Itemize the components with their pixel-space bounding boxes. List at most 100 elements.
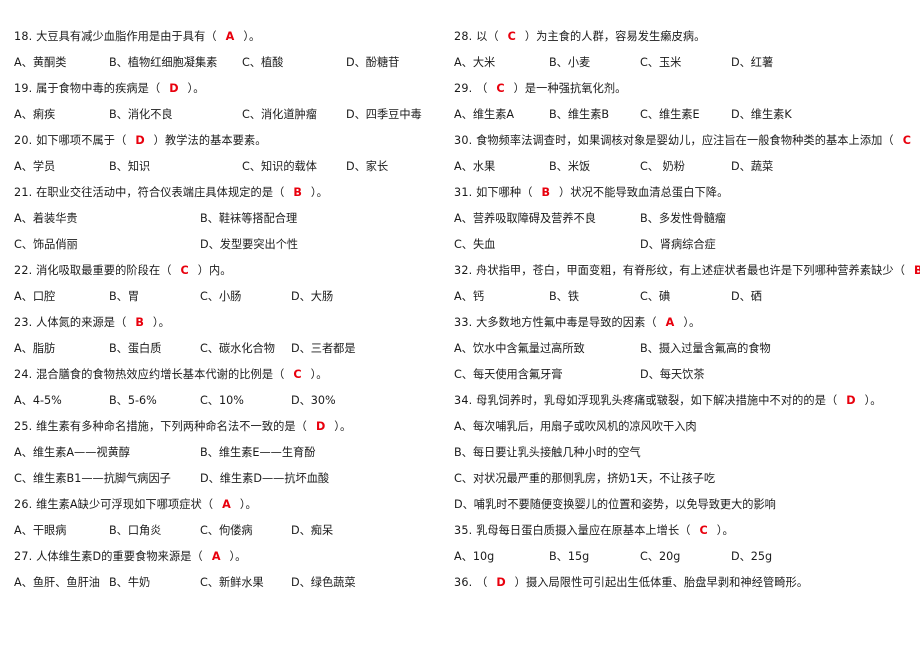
option-item[interactable]: C、每天使用含氟牙膏 <box>454 362 563 388</box>
answer-letter[interactable]: B <box>905 264 920 277</box>
question-block: 19. 属于食物中毒的疾病是（ D）。 A、痢疾 B、消化不良 C、消化道肿瘤 D、四季豆… <box>14 76 432 128</box>
option-item[interactable]: D、肾病综合症 <box>640 232 716 258</box>
option-item[interactable]: D、维生素D——抗坏血酸 <box>200 466 329 492</box>
question-block: 31. 如下哪种（ B ）状况不能导致血清总蛋白下降。 A、营养吸取障碍及营养不良 B、… <box>454 180 906 258</box>
answer-letter[interactable]: D <box>307 420 334 433</box>
option-item[interactable]: C、碘 <box>640 284 670 310</box>
option-item[interactable]: A、干眼病 <box>14 518 66 544</box>
option-item[interactable]: B、胃 <box>109 284 139 310</box>
option-item[interactable]: A、营养吸取障碍及营养不良 <box>454 206 596 232</box>
option-item[interactable]: B、铁 <box>549 284 579 310</box>
question-stem: 28. 以（ C ）为主食的人群，容易发生癞皮病。 <box>454 24 906 50</box>
option-item[interactable]: A、水果 <box>454 154 495 180</box>
option-item[interactable]: C、玉米 <box>640 50 681 76</box>
option-item[interactable]: B、摄入过量含氟高的食物 <box>640 336 771 362</box>
option-item[interactable]: C、新鲜水果 <box>200 570 264 596</box>
option-item[interactable]: D、大肠 <box>291 284 333 310</box>
answer-letter[interactable]: C <box>487 82 513 95</box>
option-item[interactable]: C、小肠 <box>200 284 241 310</box>
option-item[interactable]: A、每次哺乳后，用扇子或吹风机的凉风吹干入肉 <box>454 414 906 440</box>
option-item[interactable]: A、维生素A——视黄醇 <box>14 440 130 466</box>
option-item[interactable]: D、维生素K <box>731 102 792 128</box>
answer-letter[interactable]: C <box>691 524 717 537</box>
answer-letter[interactable]: C <box>894 134 920 147</box>
option-item[interactable]: B、维生素B <box>549 102 609 128</box>
option-item[interactable]: A、维生素A <box>454 102 514 128</box>
option-item[interactable]: B、口角炎 <box>109 518 161 544</box>
answer-letter[interactable]: A <box>213 498 240 511</box>
option-item[interactable]: C、碳水化合物 <box>200 336 275 362</box>
option-item[interactable]: C、10% <box>200 388 244 414</box>
answer-letter[interactable]: C <box>284 368 310 381</box>
question-stem-tail: ）。 <box>187 82 205 95</box>
option-item[interactable]: D、四季豆中毒 <box>346 102 422 128</box>
option-item[interactable]: B、蛋白质 <box>109 336 161 362</box>
option-item[interactable]: C、对状况最严重的那侧乳房，挤奶1天，不让孩子吃 <box>454 466 906 492</box>
option-item[interactable]: A、着装华贵 <box>14 206 78 232</box>
option-item[interactable]: C、知识的载体 <box>242 154 317 180</box>
option-item[interactable]: D、绿色蔬菜 <box>291 570 356 596</box>
answer-letter[interactable]: D <box>837 394 864 407</box>
answer-letter[interactable]: A <box>657 316 684 329</box>
option-item[interactable]: C、饰品俏丽 <box>14 232 78 258</box>
option-item[interactable]: D、痴呆 <box>291 518 333 544</box>
answer-letter[interactable]: D <box>487 576 514 589</box>
option-item[interactable]: B、多发性骨髓瘤 <box>640 206 726 232</box>
option-item[interactable]: A、鱼肝、鱼肝油 <box>14 570 100 596</box>
option-item[interactable]: C、佝偻病 <box>200 518 253 544</box>
option-item[interactable]: A、4-5% <box>14 388 62 414</box>
option-item[interactable]: B、小麦 <box>549 50 590 76</box>
option-item[interactable]: B、5-6% <box>109 388 157 414</box>
option-item[interactable]: B、知识 <box>109 154 150 180</box>
option-item[interactable]: B、牛奶 <box>109 570 150 596</box>
option-item[interactable]: A、学员 <box>14 154 55 180</box>
option-item[interactable]: B、15g <box>549 544 589 570</box>
option-item[interactable]: D、30% <box>291 388 336 414</box>
option-item[interactable]: A、脂肪 <box>14 336 55 362</box>
option-item[interactable]: D、红薯 <box>731 50 773 76</box>
option-item[interactable]: C、植酸 <box>242 50 283 76</box>
option-item[interactable]: C、维生素B1——抗脚气病因子 <box>14 466 171 492</box>
option-item[interactable]: C、失血 <box>454 232 495 258</box>
option-item[interactable]: D、蔬菜 <box>731 154 773 180</box>
option-item[interactable]: A、口腔 <box>14 284 55 310</box>
question-stem: 33. 大多数地方性氟中毒是导致的因素（ A）。 <box>454 310 906 336</box>
option-item[interactable]: B、鞋袜等搭配合理 <box>200 206 297 232</box>
answer-letter[interactable]: D <box>160 82 187 95</box>
option-item[interactable]: D、硒 <box>731 284 762 310</box>
option-item[interactable]: D、家长 <box>346 154 388 180</box>
option-item[interactable]: A、黄酮类 <box>14 50 66 76</box>
answer-letter[interactable]: B <box>126 316 153 329</box>
option-item[interactable]: B、每日要让乳头接触几种小时的空气 <box>454 440 906 466</box>
option-item[interactable]: B、米饭 <box>549 154 590 180</box>
option-item[interactable]: A、饮水中含氟量过高所致 <box>454 336 585 362</box>
option-item[interactable]: D、发型要突出个性 <box>200 232 298 258</box>
option-item[interactable]: A、大米 <box>454 50 495 76</box>
option-item[interactable]: C、20g <box>640 544 680 570</box>
option-item[interactable]: D、三者都是 <box>291 336 356 362</box>
option-item[interactable]: D、哺乳时不要随便变换婴儿的位置和姿势，以免导致更大的影响 <box>454 492 906 518</box>
option-item[interactable]: A、痢疾 <box>14 102 55 128</box>
option-item[interactable]: C、消化道肿瘤 <box>242 102 317 128</box>
option-item[interactable]: D、25g <box>731 544 772 570</box>
option-item[interactable]: B、维生素E——生育酚 <box>200 440 315 466</box>
option-item[interactable]: A、10g <box>454 544 494 570</box>
question-column-right: 28. 以（ C ）为主食的人群，容易发生癞皮病。 A、大米 B、小麦 C、玉米 D、红薯 2… <box>452 24 920 596</box>
question-stem-text: 舟状指甲，苍白，甲面变粗，有脊彤纹，有上述症状者最也许是下列哪种营养素缺少（ <box>476 264 905 277</box>
answer-letter[interactable]: C <box>172 264 198 277</box>
answer-letter[interactable]: A <box>217 30 244 43</box>
question-stem-text: 属于食物中毒的疾病是（ <box>36 82 161 95</box>
answer-letter[interactable]: B <box>533 186 560 199</box>
option-item[interactable]: C、维生素E <box>640 102 700 128</box>
answer-letter[interactable]: D <box>126 134 153 147</box>
question-stem: 32. 舟状指甲，苍白，甲面变粗，有脊彤纹，有上述症状者最也许是下列哪种营养素缺… <box>454 258 920 284</box>
answer-letter[interactable]: A <box>203 550 230 563</box>
answer-letter[interactable]: B <box>284 186 311 199</box>
option-item[interactable]: D、每天饮茶 <box>640 362 705 388</box>
option-item[interactable]: A、钙 <box>454 284 484 310</box>
option-item[interactable]: D、酚糖苷 <box>346 50 399 76</box>
option-item[interactable]: C、 奶粉 <box>640 154 685 180</box>
answer-letter[interactable]: C <box>499 30 525 43</box>
option-item[interactable]: B、植物红细胞凝集素 <box>109 50 217 76</box>
option-item[interactable]: B、消化不良 <box>109 102 173 128</box>
